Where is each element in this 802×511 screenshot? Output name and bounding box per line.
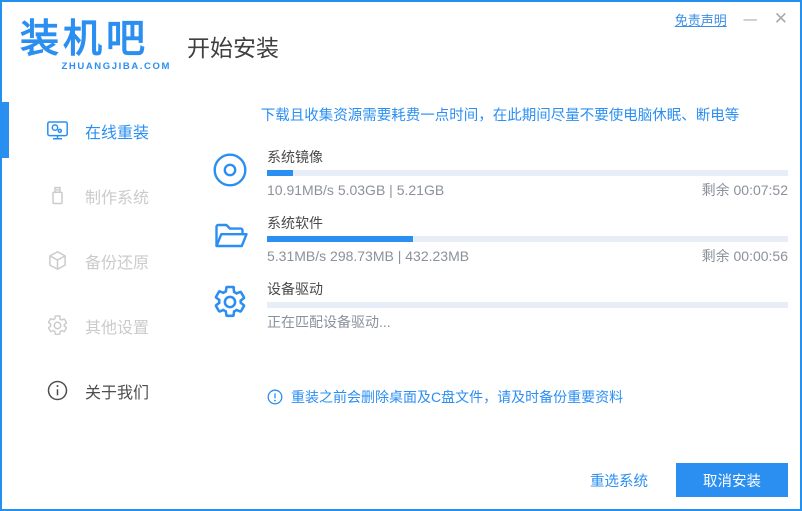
sidebar: 在线重装 制作系统 备份还原 其他设置 关于我们 bbox=[2, 90, 187, 509]
sidebar-item-label: 制作系统 bbox=[85, 189, 150, 207]
layout: 在线重装 制作系统 备份还原 其他设置 关于我们 下载且收集资源需要耗费一点时间… bbox=[2, 90, 800, 509]
task-stats: 正在匹配设备驱动... bbox=[267, 314, 391, 330]
minimize-button[interactable]: — bbox=[743, 12, 758, 27]
gear-icon bbox=[212, 284, 248, 320]
task-stats: 10.91MB/s 5.03GB | 5.21GB bbox=[267, 182, 445, 198]
folder-icon bbox=[212, 218, 248, 254]
download-notice: 下载且收集资源需要耗费一点时间，在此期间尽量不要使电脑休眠、断电等 bbox=[260, 108, 740, 124]
gear-icon bbox=[46, 314, 69, 337]
backup-warning: 重装之前会删除桌面及C盘文件，请及时备份重要资料 bbox=[267, 387, 788, 407]
sidebar-item-label: 备份还原 bbox=[85, 254, 150, 272]
sidebar-item-make-system[interactable]: 制作系统 bbox=[2, 163, 187, 228]
sidebar-item-other-settings[interactable]: 其他设置 bbox=[2, 293, 187, 358]
sidebar-item-label: 在线重装 bbox=[85, 124, 150, 142]
alert-circle-icon bbox=[267, 389, 283, 405]
disclaimer-link[interactable]: 免责声明 bbox=[675, 10, 727, 29]
progress-fill bbox=[267, 236, 413, 242]
task-remaining: 剩余 00:00:56 bbox=[701, 248, 788, 264]
task-title: 系统软件 bbox=[267, 215, 323, 231]
sidebar-item-label: 其他设置 bbox=[85, 319, 150, 337]
task-title: 系统镜像 bbox=[267, 149, 323, 165]
cancel-install-button[interactable]: 取消安装 bbox=[676, 463, 788, 497]
task-system-software: 系统软件 5.31MB/s 298.73MB | 432.23MB 剩余 00:… bbox=[212, 215, 788, 264]
progress-bar bbox=[267, 170, 788, 176]
task-title: 设备驱动 bbox=[267, 281, 323, 297]
task-remaining: 剩余 00:07:52 bbox=[701, 182, 788, 198]
backup-box-icon bbox=[46, 249, 69, 272]
task-device-driver: 设备驱动 正在匹配设备驱动... bbox=[212, 281, 788, 330]
page-title: 开始安装 bbox=[187, 35, 279, 61]
logo-brand-text: 装机吧 bbox=[20, 17, 150, 61]
sidebar-item-backup-restore[interactable]: 备份还原 bbox=[2, 228, 187, 293]
progress-bar bbox=[267, 302, 788, 308]
sidebar-item-online-reinstall[interactable]: 在线重装 bbox=[2, 98, 187, 163]
titlebar-actions: 免责声明 — ✕ bbox=[675, 10, 788, 29]
task-stats: 5.31MB/s 298.73MB | 432.23MB bbox=[267, 248, 470, 264]
usb-icon bbox=[46, 184, 69, 207]
disc-icon bbox=[212, 152, 248, 188]
reselect-system-button[interactable]: 重选系统 bbox=[590, 470, 648, 491]
backup-warning-text: 重装之前会删除桌面及C盘文件，请及时备份重要资料 bbox=[291, 389, 624, 405]
progress-bar bbox=[267, 236, 788, 242]
progress-fill bbox=[267, 170, 294, 176]
task-list: 系统镜像 10.91MB/s 5.03GB | 5.21GB 剩余 00:07:… bbox=[212, 149, 788, 330]
app-window: 免责声明 — ✕ 装机吧 ZHUANGJIBA.COM 开始安装 在线重装 制作… bbox=[0, 0, 802, 511]
sidebar-item-about-us[interactable]: 关于我们 bbox=[2, 358, 187, 423]
info-icon bbox=[46, 379, 69, 402]
app-logo: 装机吧 ZHUANGJIBA.COM bbox=[2, 17, 171, 73]
footer-actions: 重选系统 取消安装 bbox=[590, 463, 788, 497]
monitor-icon bbox=[46, 119, 69, 142]
main-panel: 下载且收集资源需要耗费一点时间，在此期间尽量不要使电脑休眠、断电等 系统镜像 1… bbox=[187, 90, 800, 509]
sidebar-item-label: 关于我们 bbox=[85, 384, 150, 402]
active-indicator bbox=[2, 102, 9, 158]
task-system-image: 系统镜像 10.91MB/s 5.03GB | 5.21GB 剩余 00:07:… bbox=[212, 149, 788, 198]
close-button[interactable]: ✕ bbox=[774, 11, 788, 28]
logo-domain-text: ZHUANGJIBA.COM bbox=[61, 61, 171, 73]
